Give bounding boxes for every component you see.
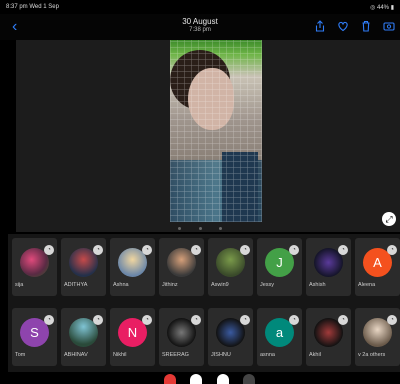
contact-name: SREERAG (162, 352, 189, 358)
contact-card[interactable]: J ◔ Jessy (257, 238, 302, 296)
contact-card[interactable]: ◔ sija (12, 238, 57, 296)
bottom-record-button[interactable] (164, 374, 176, 384)
bottom-option-3-button[interactable] (243, 374, 255, 384)
contact-name: Jessy (260, 282, 275, 288)
contact-name: Tom (15, 352, 26, 358)
navigation-bar: ‹ 30 August 7:38 pm (0, 14, 400, 40)
contact-badge-icon: ◔ (387, 245, 397, 255)
photo-date-title: 30 August (182, 17, 218, 26)
photo-viewer[interactable] (16, 40, 400, 232)
edit-icon[interactable] (382, 19, 396, 33)
contact-card[interactable]: ◔ ADITHYA (61, 238, 106, 296)
photo-image[interactable] (170, 40, 262, 222)
contact-badge-icon: ◔ (289, 315, 299, 325)
contact-card[interactable]: ◔ Jithinz (159, 238, 204, 296)
contact-card[interactable]: A ◔ Aleena (355, 238, 400, 296)
contact-badge-icon: ◔ (191, 315, 201, 325)
contact-badge-icon: ◔ (142, 315, 152, 325)
contact-name: Nikhil (113, 352, 127, 358)
people-grid: ◔ sija ◔ ADITHYA ◔ Ashna ◔ Jithinz ◔ Aswin9 J ◔ Jess… (12, 238, 400, 366)
contact-name: Aleena (358, 282, 376, 288)
contact-badge-icon: ◔ (93, 245, 103, 255)
contact-badge-icon: ◔ (142, 245, 152, 255)
contact-card[interactable]: ◔ Akhil (306, 308, 351, 366)
bottom-option-1-button[interactable] (190, 374, 202, 384)
contact-card[interactable]: ◔ Ashish (306, 238, 351, 296)
contact-name: JISHNU (211, 352, 231, 358)
share-icon[interactable] (313, 19, 327, 33)
contact-card[interactable]: ◔ v 2a others (355, 308, 400, 366)
contact-name: Ashish (309, 282, 326, 288)
bottom-option-2-button[interactable] (217, 374, 229, 384)
back-chevron-icon[interactable]: ‹ (12, 19, 26, 35)
contact-name: Aswin9 (211, 282, 229, 288)
expand-icon[interactable]: ⤢ (382, 212, 396, 226)
contact-badge-icon: ◔ (338, 315, 348, 325)
contact-card[interactable]: a ◔ asnna (257, 308, 302, 366)
photo-time-subtitle: 7:38 pm (189, 27, 211, 33)
contact-name: asnna (260, 352, 275, 358)
battery-indicator: ◎ 44% ▮ (370, 5, 394, 11)
contact-badge-icon: ◔ (240, 315, 250, 325)
contact-name: Jithinz (162, 282, 178, 288)
contact-name: Ashna (113, 282, 129, 288)
contact-badge-icon: ◔ (338, 245, 348, 255)
nav-actions (313, 19, 396, 33)
contact-badge-icon: ◔ (240, 245, 250, 255)
contact-name: sija (15, 282, 24, 288)
contact-card[interactable]: ◔ ABHINAV (61, 308, 106, 366)
contact-badge-icon: ◔ (44, 315, 54, 325)
contact-badge-icon: ◔ (387, 315, 397, 325)
contact-badge-icon: ◔ (93, 315, 103, 325)
status-time: 8:37 pm Wed 1 Sep (6, 4, 59, 10)
page-dots (178, 225, 222, 231)
trash-icon[interactable] (359, 19, 373, 33)
contact-card[interactable]: N ◔ Nikhil (110, 308, 155, 366)
status-bar: 8:37 pm Wed 1 Sep ◎ 44% ▮ (0, 0, 400, 14)
contact-card[interactable]: ◔ Ashna (110, 238, 155, 296)
contact-badge-icon: ◔ (191, 245, 201, 255)
contact-card[interactable]: ◔ Aswin9 (208, 238, 253, 296)
heart-icon[interactable] (336, 19, 350, 33)
contact-badge-icon: ◔ (289, 245, 299, 255)
contact-name: v 2a others (358, 352, 386, 358)
contact-card[interactable]: S ◔ Tom (12, 308, 57, 366)
contact-name: Akhil (309, 352, 321, 358)
contact-badge-icon: ◔ (44, 245, 54, 255)
contact-card[interactable]: ◔ JISHNU (208, 308, 253, 366)
photo-grid-overlay (170, 40, 262, 222)
contact-name: ABHINAV (64, 352, 88, 358)
contact-name: ADITHYA (64, 282, 88, 288)
contact-card[interactable]: ◔ SREERAG (159, 308, 204, 366)
